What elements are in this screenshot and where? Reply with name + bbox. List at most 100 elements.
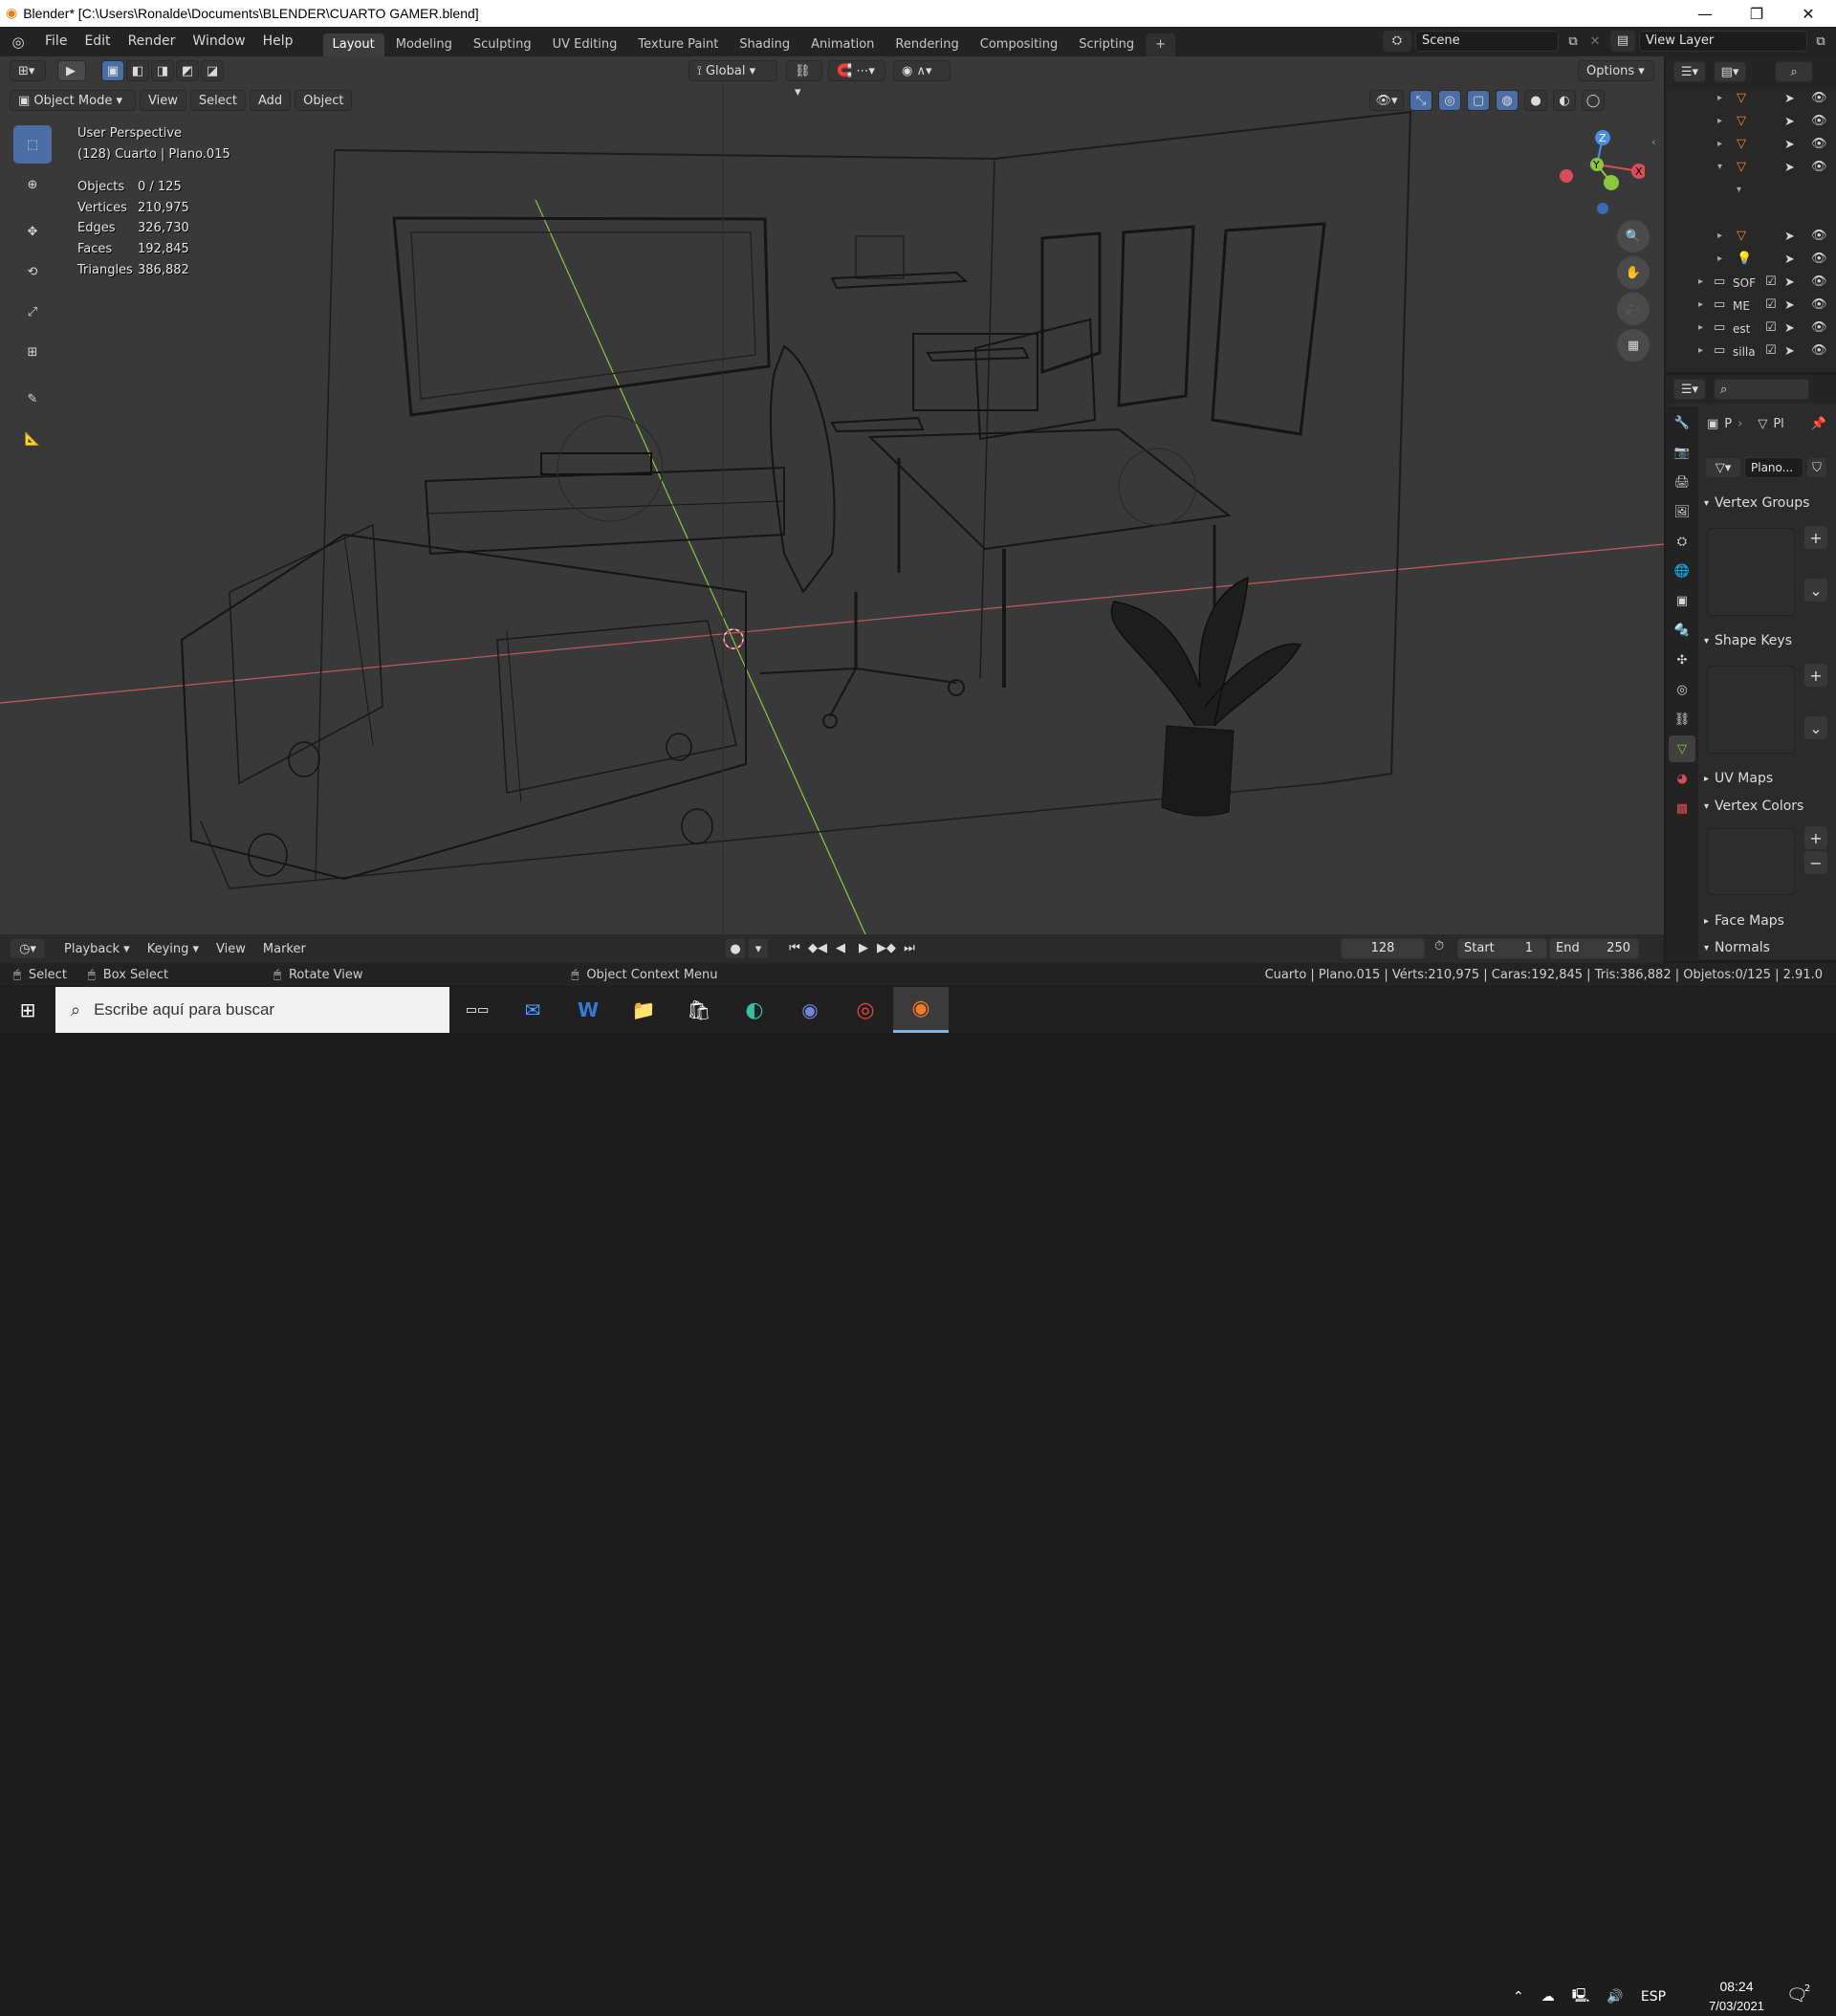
tool-tab-icon[interactable]: 🔧 [1669, 409, 1695, 436]
object-tab-icon[interactable]: ▣ [1669, 587, 1695, 614]
mode-extend-icon[interactable]: ◧ [126, 60, 149, 81]
blender-taskbar-icon[interactable]: ◉ [893, 987, 949, 1033]
start-frame-field[interactable]: Start 1 [1457, 938, 1547, 959]
panel-vertex-colors[interactable]: ▾ Vertex Colors [1704, 799, 1803, 814]
eye-icon[interactable]: 👁 [1811, 137, 1827, 151]
shape-keys-list[interactable] [1707, 666, 1795, 754]
onedrive-icon[interactable]: ☁ [1541, 1989, 1555, 2005]
editor-type-icon[interactable]: ⊞▾ [10, 60, 46, 81]
world-tab-icon[interactable]: 🌐 [1669, 558, 1695, 584]
view-layer-tab-icon[interactable]: 🖼 [1669, 498, 1695, 525]
mesh-name-field[interactable]: Plano... [1744, 457, 1803, 478]
tab-scripting[interactable]: Scripting [1069, 33, 1144, 56]
add-vertex-group-button[interactable]: + [1804, 526, 1827, 549]
menu-window[interactable]: Window [184, 27, 253, 56]
sidebar-toggle-icon[interactable]: ‹ [1651, 136, 1655, 148]
keyframe-type-icon[interactable]: ▾ [748, 938, 769, 959]
menu-add[interactable]: Add [249, 90, 292, 111]
rotate-tool-icon[interactable]: ⟲ [13, 252, 52, 291]
checkbox-icon[interactable]: ☑ [1765, 297, 1777, 312]
view-layer-field[interactable]: View Layer [1639, 31, 1807, 52]
vertex-colors-list[interactable] [1707, 828, 1795, 895]
menu-edit[interactable]: Edit [76, 27, 119, 56]
ortho-grid-icon[interactable]: ▦ [1617, 329, 1650, 362]
add-shape-key-button[interactable]: + [1804, 664, 1827, 687]
outliner-row[interactable]: ▸ ▭ silla ☑ ➤ 👁 [1666, 343, 1836, 366]
end-frame-field[interactable]: End 250 [1549, 938, 1639, 959]
menu-view[interactable]: View [140, 90, 186, 111]
select-arrow-icon[interactable]: ➤ [1784, 230, 1795, 244]
select-arrow-icon[interactable]: ➤ [1784, 115, 1795, 129]
3d-viewport[interactable] [0, 56, 1664, 934]
eye-icon[interactable]: 👁 [1811, 229, 1827, 243]
output-tab-icon[interactable]: 🖨 [1669, 469, 1695, 495]
maximize-button[interactable]: ❐ [1731, 0, 1782, 27]
select-arrow-icon[interactable]: ➤ [1784, 275, 1795, 290]
checkbox-icon[interactable]: ☑ [1765, 343, 1777, 358]
mode-subtract-icon[interactable]: ◨ [151, 60, 174, 81]
menu-help[interactable]: Help [254, 27, 302, 56]
discord-icon[interactable]: ◉ [782, 987, 838, 1033]
task-view-icon[interactable]: ▭▭ [449, 987, 505, 1033]
windows-start-icon[interactable]: ⊞ [0, 987, 55, 1033]
eye-icon[interactable]: 👁 [1811, 160, 1827, 174]
options-dropdown[interactable]: Options ▾ [1578, 60, 1654, 81]
select-tool-icon[interactable]: ▶ [57, 60, 86, 81]
fake-user-icon[interactable]: ⛉ [1806, 457, 1827, 478]
tab-shading[interactable]: Shading [730, 33, 799, 56]
add-vertex-color-button[interactable]: + [1804, 826, 1827, 849]
chrome-icon[interactable]: ◎ [838, 987, 893, 1033]
visibility-icon[interactable]: 👁▾ [1369, 90, 1404, 111]
remove-scene-icon[interactable]: ✕ [1587, 34, 1603, 49]
select-arrow-icon[interactable]: ➤ [1784, 252, 1795, 267]
particles-tab-icon[interactable]: ✣ [1669, 646, 1695, 673]
network-icon[interactable]: 🖳 [1572, 1985, 1590, 2008]
tab-texture-paint[interactable]: Texture Paint [628, 33, 728, 56]
shape-key-menu-button[interactable]: ⌄ [1804, 716, 1827, 739]
prev-keyframe-icon[interactable]: ◆◀ [807, 938, 828, 959]
current-frame-field[interactable]: 128 [1341, 938, 1425, 959]
measure-tool-icon[interactable]: 📐 [13, 420, 52, 458]
blender-menu-icon[interactable]: ◎ [0, 33, 36, 51]
eye-icon[interactable]: 👁 [1811, 297, 1827, 312]
file-explorer-icon[interactable]: 📁 [616, 987, 671, 1033]
remove-vertex-color-button[interactable]: − [1804, 851, 1827, 874]
clock-icon[interactable]: ⏱ [1434, 939, 1444, 953]
panel-vertex-groups[interactable]: ▾ Vertex Groups [1704, 495, 1809, 511]
tab-sculpting[interactable]: Sculpting [464, 33, 541, 56]
rendered-shading-icon[interactable]: ◯ [1582, 90, 1605, 111]
eye-icon[interactable]: 👁 [1811, 252, 1827, 266]
camera-view-icon[interactable]: 🎥 [1617, 293, 1650, 325]
new-scene-icon[interactable]: ⧉ [1563, 34, 1584, 49]
navigation-gizmo[interactable]: Z Y X [1549, 124, 1645, 220]
scene-tab-icon[interactable]: ⛭ [1669, 528, 1695, 555]
outliner-row[interactable]: ▸ ▭ SOF ☑ ➤ 👁 [1666, 274, 1836, 297]
outliner-display-icon[interactable]: ▤▾ [1714, 61, 1746, 82]
language-indicator[interactable]: ESP [1641, 1989, 1666, 2005]
vertex-groups-list[interactable] [1707, 528, 1795, 616]
annotate-tool-icon[interactable]: ✎ [13, 380, 52, 418]
physics-tab-icon[interactable]: ◎ [1669, 676, 1695, 703]
mesh-browse-icon[interactable]: ▽▾ [1705, 457, 1741, 478]
outliner-row[interactable]: ▸ ▽ ➤ 👁 [1666, 114, 1836, 137]
gizmo-icon[interactable]: ⤡ [1410, 90, 1432, 111]
move-tool-icon[interactable]: ✥ [13, 212, 52, 251]
eye-icon[interactable]: 👁 [1811, 91, 1827, 105]
mode-invert-icon[interactable]: ◩ [176, 60, 199, 81]
select-arrow-icon[interactable]: ➤ [1784, 344, 1795, 359]
edge-icon[interactable]: ◐ [727, 987, 782, 1033]
pivot-icon[interactable]: ⛓▾ [786, 60, 822, 99]
tab-animation[interactable]: Animation [801, 33, 884, 56]
menu-file[interactable]: File [36, 27, 76, 56]
solid-shading-icon[interactable]: ● [1524, 90, 1547, 111]
panel-normals[interactable]: ▾ Normals [1704, 940, 1770, 955]
select-box-tool-icon[interactable]: ⬚ [13, 125, 52, 164]
object-mode-dropdown[interactable]: ▣ Object Mode ▾ [10, 90, 136, 111]
pin-icon[interactable]: 📌 [1811, 417, 1826, 431]
jump-end-icon[interactable]: ⏭ [899, 938, 920, 959]
panel-face-maps[interactable]: ▸ Face Maps [1704, 913, 1784, 929]
pan-hand-icon[interactable]: ✋ [1617, 256, 1650, 289]
mode-new-icon[interactable]: ▣ [101, 60, 124, 81]
menu-playback[interactable]: Playback ▾ [55, 934, 139, 964]
menu-timeline-view[interactable]: View [208, 934, 254, 964]
